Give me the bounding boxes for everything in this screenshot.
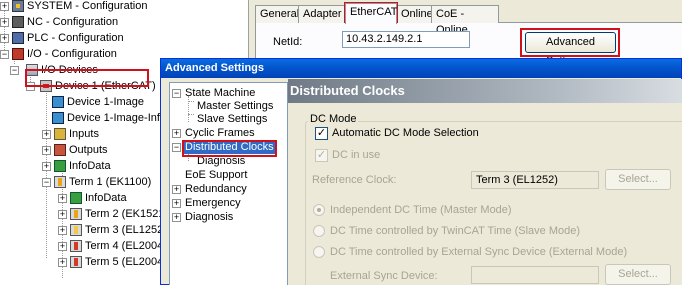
highlight-box-distributed-clocks — [182, 140, 277, 157]
external-dc-radio[interactable] — [313, 246, 325, 258]
expand-icon[interactable]: + — [0, 2, 9, 11]
system-icon — [12, 0, 24, 12]
dc-in-use-checkbox[interactable]: ✓ — [315, 149, 328, 162]
image-icon — [52, 96, 64, 108]
reference-clock-select-button[interactable]: Select... — [605, 169, 671, 190]
twincat-dc-label: DC Time controlled by TwinCAT Time (Slav… — [330, 225, 581, 237]
panel-title: Distributed Clocks — [288, 79, 682, 103]
collapse-icon[interactable]: − — [10, 66, 19, 75]
auto-dc-checkbox[interactable]: ✓ — [315, 127, 328, 140]
expand-icon[interactable]: + — [42, 146, 51, 155]
expand-icon[interactable]: + — [172, 129, 181, 138]
property-page: General Adapter EtherCAT Online CoE - On… — [248, 0, 682, 67]
expand-icon[interactable]: + — [58, 194, 67, 203]
distributed-clocks-panel: Distributed Clocks DC Mode ✓ Automatic D… — [288, 79, 682, 285]
collapse-icon[interactable]: − — [172, 89, 181, 98]
expand-icon[interactable]: + — [42, 130, 51, 139]
tab-general[interactable]: General — [255, 5, 299, 23]
expand-icon[interactable]: + — [172, 199, 181, 208]
highlight-box-advanced — [520, 28, 620, 57]
expand-icon[interactable]: + — [0, 18, 9, 27]
terminal-icon — [70, 240, 82, 252]
netid-field[interactable]: 10.43.2.149.2.1 — [342, 31, 470, 48]
tab-ethercat[interactable]: EtherCAT — [345, 3, 397, 24]
expand-icon[interactable]: + — [172, 185, 181, 194]
expand-icon[interactable]: + — [58, 258, 67, 267]
image-info-icon — [52, 112, 64, 124]
reference-clock-label: Reference Clock: — [312, 174, 397, 186]
external-sync-field — [471, 266, 599, 284]
nc-icon — [12, 16, 24, 28]
dialog-title: Advanced Settings — [161, 59, 681, 78]
advanced-settings-dialog: Advanced Settings − State Machine Master… — [160, 58, 682, 285]
expand-icon[interactable]: + — [58, 210, 67, 219]
external-sync-select-button[interactable]: Select... — [605, 264, 671, 285]
infodata-icon — [70, 192, 82, 204]
plc-icon — [12, 32, 24, 44]
dc-mode-label: DC Mode — [308, 113, 359, 125]
infodata-icon — [54, 160, 66, 172]
collapse-icon[interactable]: − — [42, 178, 51, 187]
io-icon — [12, 48, 24, 60]
outputs-icon — [54, 144, 66, 156]
auto-dc-label: Automatic DC Mode Selection — [332, 127, 479, 139]
tab-online[interactable]: Online — [396, 5, 433, 23]
tab-coe-online[interactable]: CoE - Online — [431, 5, 499, 36]
collapse-icon[interactable]: − — [172, 143, 181, 152]
dc-in-use-label: DC in use — [332, 149, 381, 161]
expand-icon[interactable]: + — [172, 213, 181, 222]
settings-nav-tree: − State Machine Master Settings Slave Se… — [169, 82, 288, 285]
independent-dc-radio[interactable] — [313, 204, 325, 216]
terminal-icon — [70, 208, 82, 220]
expand-icon[interactable]: + — [58, 226, 67, 235]
terminal-icon — [70, 224, 82, 236]
external-dc-label: DC Time controlled by External Sync Devi… — [330, 246, 628, 258]
twincat-dc-radio[interactable] — [313, 225, 325, 237]
tab-adapter[interactable]: Adapter — [298, 5, 346, 23]
collapse-icon[interactable]: − — [0, 50, 9, 59]
terminal-icon — [54, 176, 66, 188]
expand-icon[interactable]: + — [42, 162, 51, 171]
terminal-icon — [70, 256, 82, 268]
external-sync-label: External Sync Device: — [330, 270, 438, 282]
expand-icon[interactable]: + — [58, 242, 67, 251]
highlight-box-device — [25, 69, 149, 87]
netid-label: NetId: — [273, 36, 303, 48]
dc-mode-group — [305, 121, 682, 285]
expand-icon[interactable]: + — [0, 34, 9, 43]
reference-clock-field: Term 3 (EL1252) — [471, 171, 599, 189]
inputs-icon — [54, 128, 66, 140]
independent-dc-label: Independent DC Time (Master Mode) — [330, 204, 512, 216]
